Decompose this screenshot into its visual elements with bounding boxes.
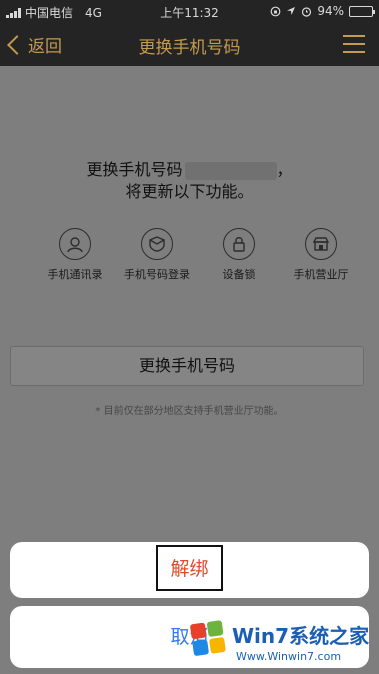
watermark-url: Www.Winwin7.com xyxy=(236,650,342,663)
watermark-title: Win7系统之家 xyxy=(232,624,370,648)
unbind-label: 解绑 xyxy=(156,545,223,591)
unbind-button[interactable]: 解绑 xyxy=(10,542,369,598)
watermark: Win7系统之家 Www.Winwin7.com xyxy=(189,614,377,670)
windows-logo-icon xyxy=(189,620,228,658)
dim-overlay-top xyxy=(0,0,379,66)
